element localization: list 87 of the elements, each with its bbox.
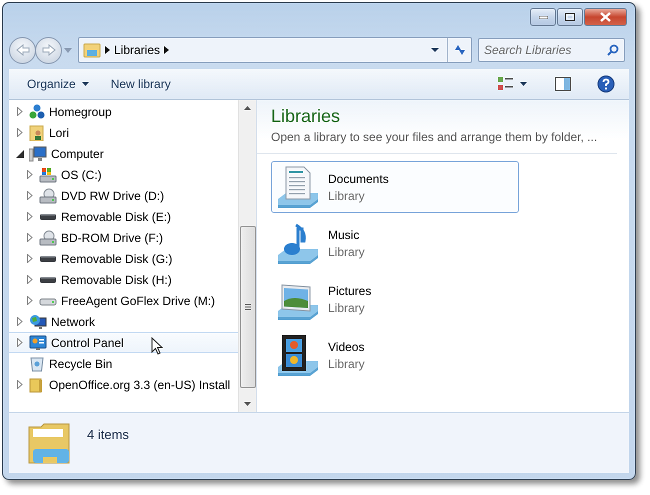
search-icon[interactable] <box>607 44 619 56</box>
navigation-item[interactable]: DVD RW Drive (D:) <box>9 185 238 206</box>
scroll-up-icon[interactable] <box>244 106 251 110</box>
search-field[interactable]: Search Libraries <box>478 38 625 62</box>
bin-icon <box>29 356 45 372</box>
toolbar-button[interactable]: Organize <box>19 74 97 94</box>
pane-description: Open a library to see your files and arrange them by folder, ... <box>271 130 598 144</box>
expand-arrow-icon[interactable] <box>27 170 33 179</box>
expand-arrow-icon[interactable] <box>27 254 33 263</box>
navigation-item[interactable]: Computer <box>9 143 238 164</box>
optical-icon <box>39 188 57 204</box>
navigation-item[interactable]: OS (C:) <box>9 164 238 185</box>
library-type: Library <box>328 188 365 202</box>
library-item[interactable]: Music Library <box>271 217 519 269</box>
expand-arrow-icon[interactable] <box>17 107 23 116</box>
system-icon <box>39 166 57 182</box>
item-count: 4 items <box>87 427 129 442</box>
close-button[interactable] <box>584 8 627 26</box>
libraries-folder-icon <box>83 42 101 58</box>
scrollbar[interactable] <box>238 100 256 412</box>
computer-icon <box>29 146 47 162</box>
homegroup-icon <box>29 104 45 120</box>
folder-icon <box>29 376 45 392</box>
collapse-arrow-icon[interactable] <box>16 150 24 158</box>
scroll-down-icon[interactable] <box>244 402 251 406</box>
navigation-item[interactable]: FreeAgent GoFlex Drive (M:) <box>9 290 238 311</box>
network-icon <box>29 314 47 330</box>
history-dropdown-icon[interactable] <box>64 48 72 52</box>
address-dropdown-icon[interactable] <box>431 48 439 52</box>
library-name: Pictures <box>328 284 372 298</box>
breadcrumb-arrow-icon[interactable] <box>105 46 110 54</box>
removable-icon <box>40 214 56 220</box>
navigation-item[interactable]: Removable Disk (E:) <box>9 206 238 227</box>
scroll-thumb[interactable] <box>240 226 256 388</box>
navigation-item[interactable]: Network <box>9 311 238 332</box>
removable-icon <box>40 276 56 282</box>
expand-arrow-icon[interactable] <box>27 191 33 200</box>
preview-pane-icon <box>555 77 571 91</box>
library-item[interactable]: Documents Library <box>271 161 519 213</box>
navigation-item[interactable]: Homegroup <box>9 101 238 122</box>
forward-button[interactable] <box>35 36 62 64</box>
forward-arrow-icon <box>42 44 56 56</box>
minimize-button[interactable] <box>530 8 556 26</box>
expand-arrow-icon[interactable] <box>17 317 23 326</box>
library-item[interactable]: Pictures Library <box>271 273 519 325</box>
maximize-button[interactable] <box>557 8 583 26</box>
maximize-icon <box>565 13 575 21</box>
library-name: Documents <box>328 172 389 186</box>
removable-icon <box>40 256 56 262</box>
library-type: Library <box>328 356 365 370</box>
navigation-item[interactable]: OpenOffice.org 3.3 (en-US) Install <box>9 374 238 395</box>
expand-arrow-icon[interactable] <box>27 233 33 242</box>
breadcrumb[interactable]: Libraries <box>110 43 164 57</box>
minimize-icon <box>538 16 548 18</box>
expand-arrow-icon[interactable] <box>27 212 33 221</box>
mouse-pointer-icon <box>151 337 163 355</box>
library-name: Videos <box>328 340 364 354</box>
close-icon <box>600 12 611 22</box>
navigation-item[interactable]: Control Panel <box>9 332 238 353</box>
panel-icon <box>29 334 47 350</box>
back-arrow-icon <box>16 44 30 56</box>
expand-arrow-icon[interactable] <box>17 380 23 389</box>
caret-icon <box>520 82 527 86</box>
details-view-icon <box>498 77 514 91</box>
grip-icon <box>244 304 250 310</box>
navigation-item[interactable]: Removable Disk (G:) <box>9 248 238 269</box>
navigation-item[interactable]: Removable Disk (H:) <box>9 269 238 290</box>
optical-icon <box>39 230 57 246</box>
expand-arrow-icon[interactable] <box>17 338 23 347</box>
library-type: Library <box>328 300 365 314</box>
library-type: Library <box>328 244 365 258</box>
navigation-item[interactable]: Lori <box>9 122 238 143</box>
help-icon <box>597 75 615 93</box>
back-button[interactable] <box>9 36 36 64</box>
pane-title: Libraries <box>271 106 340 127</box>
user-icon <box>29 124 45 140</box>
toolbar-button[interactable]: New library <box>102 74 179 94</box>
address-bar[interactable]: Libraries <box>78 37 472 63</box>
library-name: Music <box>328 228 360 242</box>
library-item[interactable]: Videos Library <box>271 329 519 381</box>
expand-arrow-icon[interactable] <box>27 275 33 284</box>
breadcrumb-arrow-icon[interactable] <box>164 46 170 54</box>
navigation-item[interactable]: Recycle Bin <box>9 353 238 374</box>
refresh-icon <box>452 44 466 56</box>
expand-arrow-icon[interactable] <box>27 296 33 305</box>
navigation-item[interactable]: BD-ROM Drive (F:) <box>9 227 238 248</box>
expand-arrow-icon[interactable] <box>17 128 23 137</box>
